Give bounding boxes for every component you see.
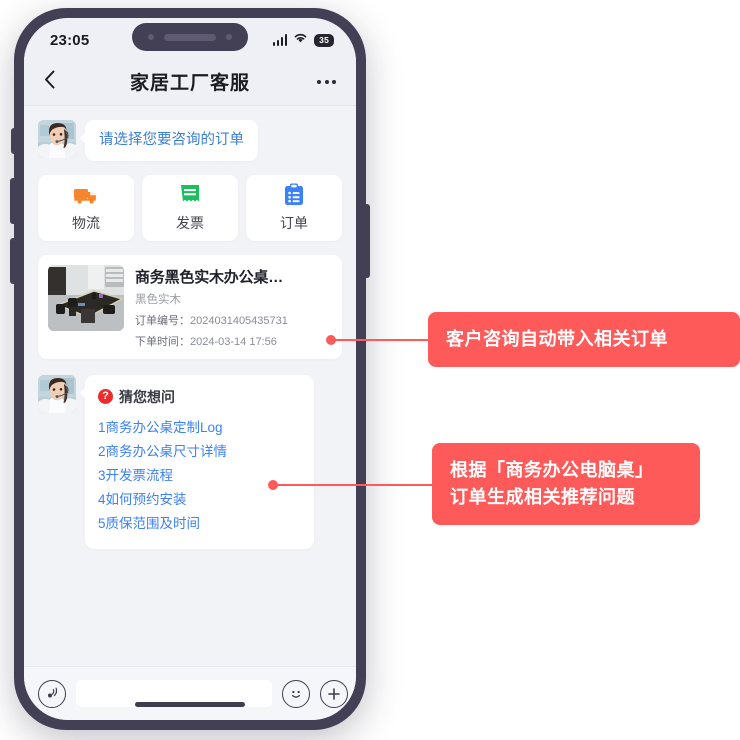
order-number-row: 订单编号：2024031405435731 [135,312,332,328]
message-input-bar [24,666,356,720]
guess-title: 猜您想问 [119,388,175,405]
quick-action-group: 物流 发票 订单 [38,174,342,241]
quick-action-invoice[interactable]: 发票 [142,174,238,241]
clipboard-icon [281,183,307,207]
greeting-text: 请选择您要咨询的订单 [99,132,244,148]
plus-circle-icon[interactable] [320,679,348,708]
order-product-image [48,264,124,331]
leader-line-order [334,339,430,341]
question-mark-icon: ? [98,389,113,405]
guess-item[interactable]: 1商务办公桌定制Log [98,416,298,440]
island-sensor-dot [226,34,232,40]
greeting-message-row: 请选择您要咨询的订单 [38,120,342,161]
order-info: 商务黑色实木办公桌… 黑色实木 订单编号：2024031405435731 下单… [135,265,332,349]
more-dots-icon[interactable] [317,79,336,84]
callout-line: 根据「商务办公电脑桌」 [450,460,654,480]
callout-recommended-questions: 根据「商务办公电脑桌」 订单生成相关推荐问题 [432,443,700,525]
status-time: 23:05 [50,31,90,49]
guess-item[interactable]: 5质保范围及时间 [98,512,298,536]
wifi-icon [293,31,308,49]
status-bar: 23:05 35 [24,18,356,58]
guess-header: ? 猜您想问 [98,387,298,407]
leader-dot-order [326,335,336,345]
phone-power-button[interactable] [365,204,370,278]
quick-action-label: 订单 [280,214,308,231]
page-title: 家居工厂客服 [129,73,250,94]
dynamic-island [132,23,248,51]
signal-bars-icon [272,34,288,46]
quick-action-logistics[interactable]: 物流 [38,174,134,241]
order-spec: 黑色实木 [135,293,181,306]
navigation-bar: 家居工厂客服 [24,58,356,106]
status-icons: 35 [272,31,334,49]
quick-action-order[interactable]: 订单 [246,174,342,241]
voice-wave-icon[interactable] [38,679,66,708]
receipt-icon [177,183,203,207]
leader-line-questions [276,484,434,486]
callout-order-autofill: 客户咨询自动带入相关订单 [428,312,740,367]
phone-silent-switch[interactable] [11,128,15,154]
callout-line: 订单生成相关推荐问题 [450,487,635,507]
guess-bubble: ? 猜您想问 1商务办公桌定制Log 2商务办公桌尺寸详情 3开发票流程 4如何… [80,374,314,549]
island-camera-dot [148,34,154,40]
guess-item[interactable]: 4如何预约安装 [98,488,298,512]
phone-volume-up-button[interactable] [10,178,15,224]
leader-dot-questions [268,480,278,490]
chat-message-area[interactable]: 请选择您要咨询的订单 物流 发票 订单 商务黑色实木办公桌… 黑色实木 订单编号… [24,106,356,666]
phone-screen: 23:05 35 家居工厂客服 请选择您要咨询的订单 物流 发票 订单 商务黑色… [24,18,356,720]
guess-message-row: ? 猜您想问 1商务办公桌定制Log 2商务办公桌尺寸详情 3开发票流程 4如何… [38,374,342,549]
order-title: 商务黑色实木办公桌… [135,268,284,286]
quick-action-label: 物流 [72,214,100,231]
avatar [38,374,76,413]
order-time-row: 下单时间：2024-03-14 17:56 [135,333,332,349]
order-card[interactable]: 商务黑色实木办公桌… 黑色实木 订单编号：2024031405435731 下单… [38,254,342,359]
avatar [38,120,76,158]
greeting-bubble: 请选择您要咨询的订单 [80,120,258,161]
order-number-label: 订单编号： [135,314,190,327]
order-time-label: 下单时间： [135,335,190,348]
order-time-value: 2024-03-14 17:56 [190,335,277,348]
quick-action-label: 发票 [176,214,204,231]
order-number-value: 2024031405435731 [190,314,288,327]
chevron-left-icon[interactable] [44,70,55,93]
phone-volume-down-button[interactable] [10,238,15,284]
island-speaker-bar [164,33,216,41]
guess-item[interactable]: 2商务办公桌尺寸详情 [98,440,298,464]
smiley-icon[interactable] [282,679,310,708]
truck-icon [73,183,99,207]
home-indicator [135,702,245,707]
battery-icon: 35 [314,33,334,47]
phone-frame: 23:05 35 家居工厂客服 请选择您要咨询的订单 物流 发票 订单 商务黑色… [10,8,370,730]
